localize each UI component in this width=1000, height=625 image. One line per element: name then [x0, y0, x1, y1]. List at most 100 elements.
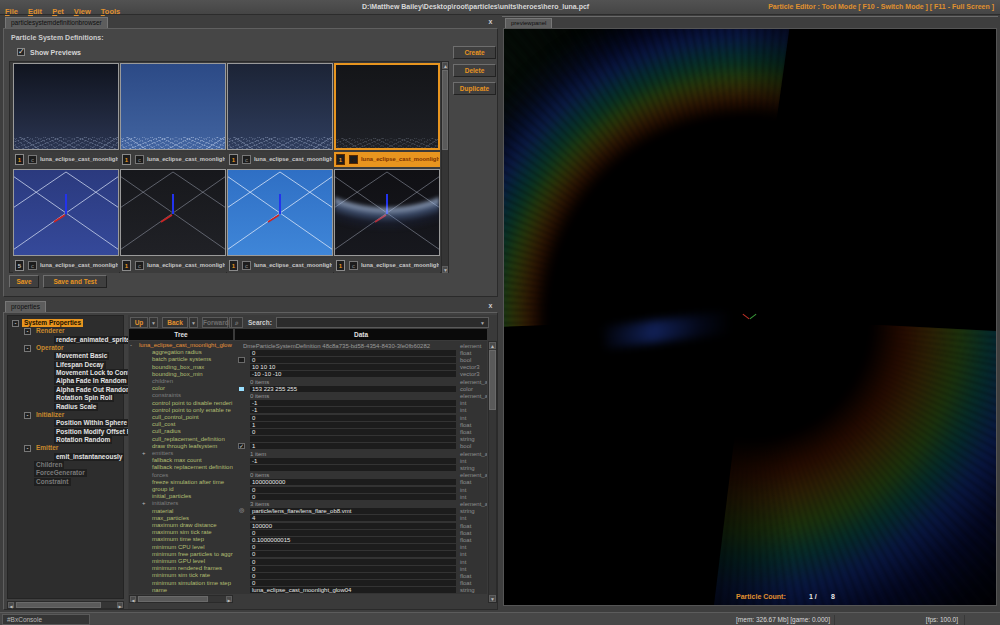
- menu-pet[interactable]: Pet: [47, 5, 69, 16]
- attribute-tree-cell[interactable]: +initializers: [129, 500, 233, 507]
- forward-button[interactable]: Forward: [202, 317, 228, 328]
- menu-edit[interactable]: Edit: [23, 5, 47, 16]
- attribute-tree-cell[interactable]: cull_control_point: [129, 414, 233, 421]
- checkbox[interactable]: [238, 357, 245, 363]
- material-icon[interactable]: ◎: [238, 508, 245, 514]
- attribute-tree-cell[interactable]: minimum GPU level: [129, 558, 233, 565]
- expander-icon[interactable]: -: [24, 412, 31, 419]
- expander-icon[interactable]: -: [12, 320, 19, 327]
- attribute-tree-cell[interactable]: bounding_box_min: [129, 371, 233, 378]
- scrollbar-thumb[interactable]: [16, 602, 101, 608]
- value-field[interactable]: 0: [250, 551, 456, 557]
- value-field[interactable]: 0: [250, 530, 456, 536]
- expander-icon[interactable]: -: [130, 343, 135, 348]
- value-field[interactable]: 0: [250, 487, 456, 493]
- value-field[interactable]: -1: [250, 407, 456, 413]
- value-field[interactable]: 0: [250, 566, 456, 572]
- thumbnail-checkbox[interactable]: c: [135, 261, 144, 270]
- scroll-left-icon[interactable]: ◀: [130, 596, 136, 602]
- value-field[interactable]: 0: [250, 544, 456, 550]
- thumbnail-checkbox[interactable]: c: [349, 261, 358, 270]
- value-field[interactable]: 0: [250, 350, 456, 356]
- menu-tools[interactable]: Tools: [96, 5, 125, 16]
- attribute-tree-cell[interactable]: control point to only enable re: [129, 407, 233, 414]
- close-icon[interactable]: x: [486, 302, 495, 311]
- expander-icon[interactable]: -: [24, 345, 31, 352]
- value-field[interactable]: -10 -10 -10: [250, 371, 456, 377]
- value-field[interactable]: [250, 436, 456, 442]
- thumbnail-checkbox[interactable]: c: [135, 155, 144, 164]
- menu-file[interactable]: File: [0, 5, 23, 16]
- attribute-tree-cell[interactable]: -luna_eclipse_cast_moonlight_glow: [129, 342, 233, 349]
- value-field[interactable]: 0.1000000015: [250, 537, 456, 543]
- attribute-tree-cell[interactable]: color: [129, 385, 233, 392]
- color-swatch[interactable]: [238, 386, 245, 392]
- value-field[interactable]: 0: [250, 415, 456, 421]
- attribute-tree-cell[interactable]: aggregation radius: [129, 349, 233, 356]
- browser-tab[interactable]: particlesystemdefinitionbrowser: [5, 17, 108, 28]
- scrollbar-thumb[interactable]: [138, 596, 208, 602]
- attribute-tree-cell[interactable]: material: [129, 508, 233, 515]
- value-field[interactable]: -1: [250, 400, 456, 406]
- attribute-tree-cell[interactable]: fallback replacement definition: [129, 464, 233, 471]
- scroll-up-icon[interactable]: ▲: [489, 342, 496, 349]
- attribute-tree-cell[interactable]: draw through leafsystem: [129, 443, 233, 450]
- scrollbar-thumb[interactable]: [489, 350, 496, 410]
- scroll-down-icon[interactable]: ▼: [489, 595, 496, 602]
- thumbnail-checkbox[interactable]: c: [242, 261, 251, 270]
- attribute-tree-cell[interactable]: forces: [129, 472, 233, 479]
- attribute-tree-cell[interactable]: control point to disable renderi: [129, 400, 233, 407]
- attribute-tree-cell[interactable]: minimum CPU level: [129, 544, 233, 551]
- back-button[interactable]: Back: [162, 317, 188, 328]
- thumbnail-scrollbar[interactable]: ▲ ▼: [441, 61, 449, 273]
- thumbnail-checkbox[interactable]: c: [242, 155, 251, 164]
- attribute-tree-cell[interactable]: children: [129, 378, 233, 385]
- value-field[interactable]: 1: [250, 422, 456, 428]
- expander-icon[interactable]: -: [24, 328, 31, 335]
- thumbnail-checkbox[interactable]: c: [349, 155, 358, 164]
- attribute-tree-cell[interactable]: batch particle systems: [129, 356, 233, 363]
- scrollbar-thumb[interactable]: [442, 70, 448, 150]
- tree-h-scrollbar[interactable]: ◀ ▶: [7, 601, 124, 609]
- attribute-tree-cell[interactable]: +emitters: [129, 450, 233, 457]
- value-field[interactable]: 100000: [250, 523, 456, 529]
- save-button[interactable]: Save: [9, 275, 39, 288]
- back-dropdown-icon[interactable]: ▼: [189, 317, 198, 328]
- console-tab[interactable]: #BxConsole: [2, 614, 90, 625]
- show-previews-checkbox[interactable]: ✓: [17, 48, 25, 56]
- attribute-tree-cell[interactable]: max_particles: [129, 515, 233, 522]
- checkbox[interactable]: ✓: [238, 443, 245, 449]
- expander-icon[interactable]: +: [142, 501, 147, 506]
- attribute-tree-cell[interactable]: name: [129, 587, 233, 594]
- data-column-header[interactable]: Data: [235, 329, 487, 340]
- attribute-tree-cell[interactable]: bounding_box_max: [129, 364, 233, 371]
- duplicate-button[interactable]: Duplicate: [453, 82, 496, 95]
- attribute-tree-cell[interactable]: maximum draw distance: [129, 522, 233, 529]
- tree-column-header[interactable]: Tree: [129, 329, 233, 340]
- attr-h-scrollbar[interactable]: ◀ ▶: [129, 595, 233, 603]
- value-field[interactable]: 0: [250, 573, 456, 579]
- delete-button[interactable]: Delete: [453, 64, 496, 77]
- value-field[interactable]: 4: [250, 515, 456, 521]
- value-field[interactable]: 0: [250, 559, 456, 565]
- attribute-tree-cell[interactable]: cull_replacement_definition: [129, 436, 233, 443]
- properties-tab[interactable]: properties: [5, 301, 46, 312]
- menu-view[interactable]: View: [69, 5, 96, 16]
- value-field[interactable]: particle/lens_flare/lens_flare_ob8.vmt: [250, 508, 456, 514]
- attribute-tree-cell[interactable]: freeze simulation after time: [129, 479, 233, 486]
- up-dropdown-icon[interactable]: ▼: [149, 317, 158, 328]
- search-icon[interactable]: ⌕: [231, 317, 243, 328]
- up-button[interactable]: Up: [130, 317, 148, 328]
- expander-icon[interactable]: +: [142, 451, 147, 456]
- value-field[interactable]: 0: [250, 580, 456, 586]
- scroll-down-icon[interactable]: ▼: [442, 266, 448, 273]
- value-field[interactable]: 153 223 255 255: [250, 386, 456, 392]
- attribute-tree-cell[interactable]: minimum simulation time step: [129, 580, 233, 587]
- value-field[interactable]: 10 10 10: [250, 364, 456, 370]
- create-button[interactable]: Create: [453, 46, 496, 59]
- scroll-right-icon[interactable]: ▶: [226, 596, 232, 602]
- value-field[interactable]: -1: [250, 458, 456, 464]
- attribute-tree-cell[interactable]: maximum time step: [129, 536, 233, 543]
- close-icon[interactable]: x: [486, 18, 495, 27]
- save-and-test-button[interactable]: Save and Test: [43, 275, 107, 288]
